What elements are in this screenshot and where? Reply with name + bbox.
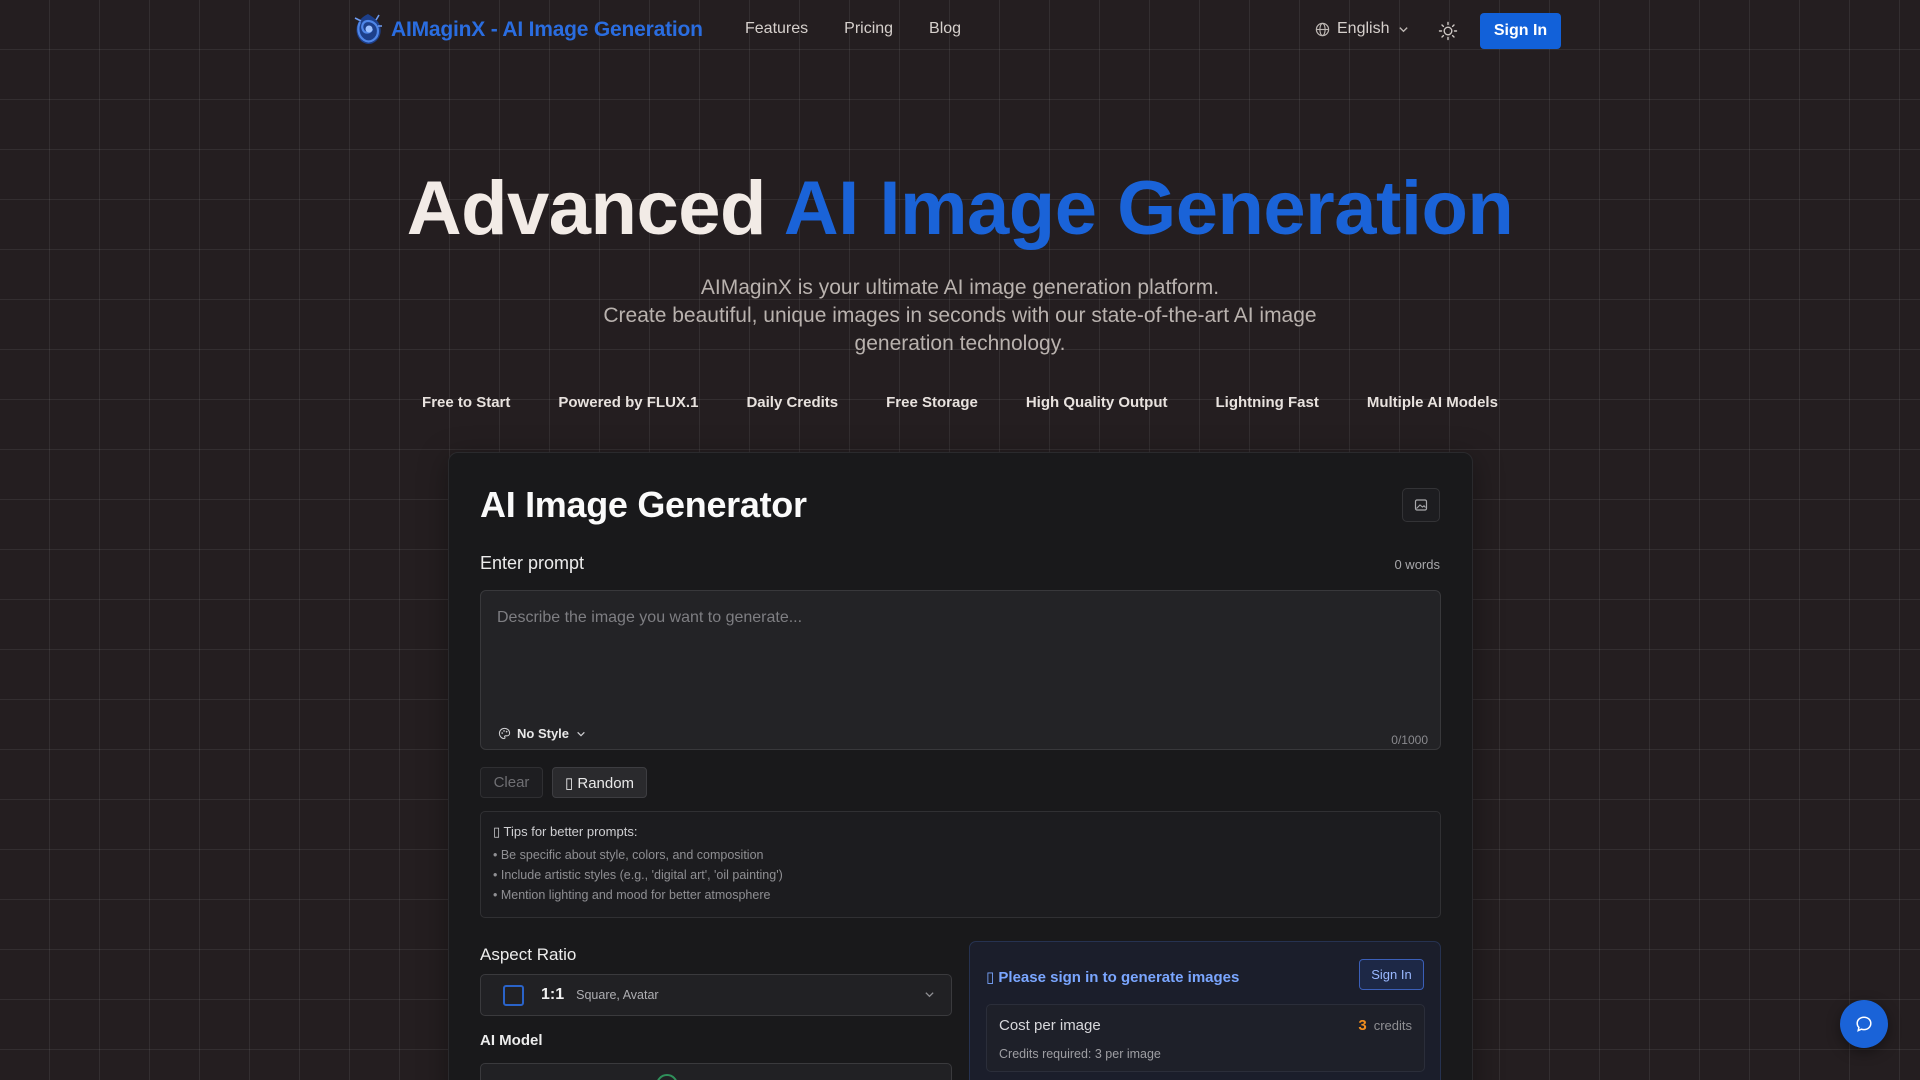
clear-button[interactable]: Clear xyxy=(480,767,543,798)
cost-box: Cost per image 3 credits Credits required… xyxy=(986,1004,1425,1072)
prompt-input[interactable] xyxy=(481,591,1440,711)
nav-link-blog[interactable]: Blog xyxy=(929,20,961,38)
brand-name: AIMaginX - AI Image Generation xyxy=(391,18,703,41)
tip-item: • Include artistic styles (e.g., 'digita… xyxy=(493,868,783,882)
cost-amount: 3 xyxy=(1358,1017,1367,1034)
feature-item: Lightning Fast xyxy=(1215,394,1319,411)
tip-item: • Be specific about style, colors, and c… xyxy=(493,848,764,862)
logo-icon xyxy=(354,14,382,44)
aspect-ratio-description: Square, Avatar xyxy=(576,988,659,1002)
square-ratio-icon xyxy=(503,984,524,1006)
nav-links: Features Pricing Blog xyxy=(745,20,961,38)
style-selector[interactable]: No Style xyxy=(498,726,592,741)
gallery-button[interactable] xyxy=(1402,488,1440,522)
image-icon xyxy=(1414,499,1428,511)
sun-icon xyxy=(1438,21,1458,41)
theme-toggle[interactable] xyxy=(1436,19,1460,43)
feature-item: Daily Credits xyxy=(746,394,839,411)
model-status-icon xyxy=(656,1074,678,1080)
random-button[interactable]: ▯ Random xyxy=(552,767,647,798)
feature-item: Powered by FLUX.1 xyxy=(558,394,699,411)
nav-sign-in-button[interactable]: Sign In xyxy=(1480,13,1561,49)
brand-logo[interactable]: AIMaginX - AI Image Generation xyxy=(351,12,703,48)
panel-sign-in-button[interactable]: Sign In xyxy=(1359,959,1424,990)
generator-card: AI Image Generator Enter prompt 0 words … xyxy=(448,452,1473,1080)
cost-value: 3 credits xyxy=(1358,1017,1412,1034)
ai-model-select[interactable] xyxy=(480,1063,952,1080)
cost-unit: credits xyxy=(1373,1018,1412,1033)
prompt-box: No Style 0/1000 xyxy=(480,590,1441,750)
generator-title: AI Image Generator xyxy=(480,484,807,525)
tip-item: • Mention lighting and mood for better a… xyxy=(493,888,771,902)
signin-panel: ▯ Please sign in to generate images Sign… xyxy=(969,941,1441,1080)
hero-title: Advanced AI Image Generation xyxy=(0,166,1920,252)
hero-title-plain: Advanced xyxy=(406,166,784,251)
prompt-label: Enter prompt xyxy=(480,553,585,573)
palette-icon xyxy=(498,727,511,740)
top-nav: AIMaginX - AI Image Generation Features … xyxy=(0,0,1920,62)
nav-link-pricing[interactable]: Pricing xyxy=(844,20,893,38)
tips-title: ▯ Tips for better prompts: xyxy=(493,824,638,839)
aspect-ratio-label: Aspect Ratio xyxy=(480,945,577,964)
chat-icon xyxy=(1856,1016,1872,1032)
language-selector[interactable]: English xyxy=(1315,20,1416,38)
chat-button[interactable] xyxy=(1840,1000,1888,1048)
aspect-ratio-select[interactable]: 1:1 Square, Avatar xyxy=(480,974,952,1016)
hero-subtitle-line-1: AIMaginX is your ultimate AI image gener… xyxy=(700,276,1220,299)
tips-box: ▯ Tips for better prompts: • Be specific… xyxy=(480,811,1441,918)
ai-model-label: AI Model xyxy=(480,1032,543,1049)
cost-subtext: Credits required: 3 per image xyxy=(999,1047,1161,1061)
word-count: 0 words xyxy=(1394,557,1440,572)
chevron-down-icon xyxy=(1399,26,1409,32)
char-count: 0/1000 xyxy=(1391,733,1428,747)
feature-item: High Quality Output xyxy=(1025,394,1168,411)
hero-subtitle-line-2: Create beautiful, unique images in secon… xyxy=(603,304,1317,355)
feature-item: Free Storage xyxy=(886,394,978,411)
globe-icon xyxy=(1315,22,1330,36)
chevron-down-icon xyxy=(577,731,585,737)
nav-link-features[interactable]: Features xyxy=(745,20,808,38)
feature-list: Free to Start Powered by FLUX.1 Daily Cr… xyxy=(0,394,1920,411)
aspect-ratio-value: 1:1 xyxy=(541,986,565,1003)
hero-title-accent: AI Image Generation xyxy=(783,166,1514,251)
style-label: No Style xyxy=(517,726,570,741)
feature-item: Free to Start xyxy=(422,394,511,411)
feature-item: Multiple AI Models xyxy=(1366,394,1498,411)
language-label: English xyxy=(1337,20,1390,37)
cost-label: Cost per image xyxy=(999,1017,1101,1034)
signin-message: ▯ Please sign in to generate images xyxy=(986,969,1240,986)
hero-subtitle: AIMaginX is your ultimate AI image gener… xyxy=(560,274,1360,358)
chevron-down-icon xyxy=(925,992,934,998)
